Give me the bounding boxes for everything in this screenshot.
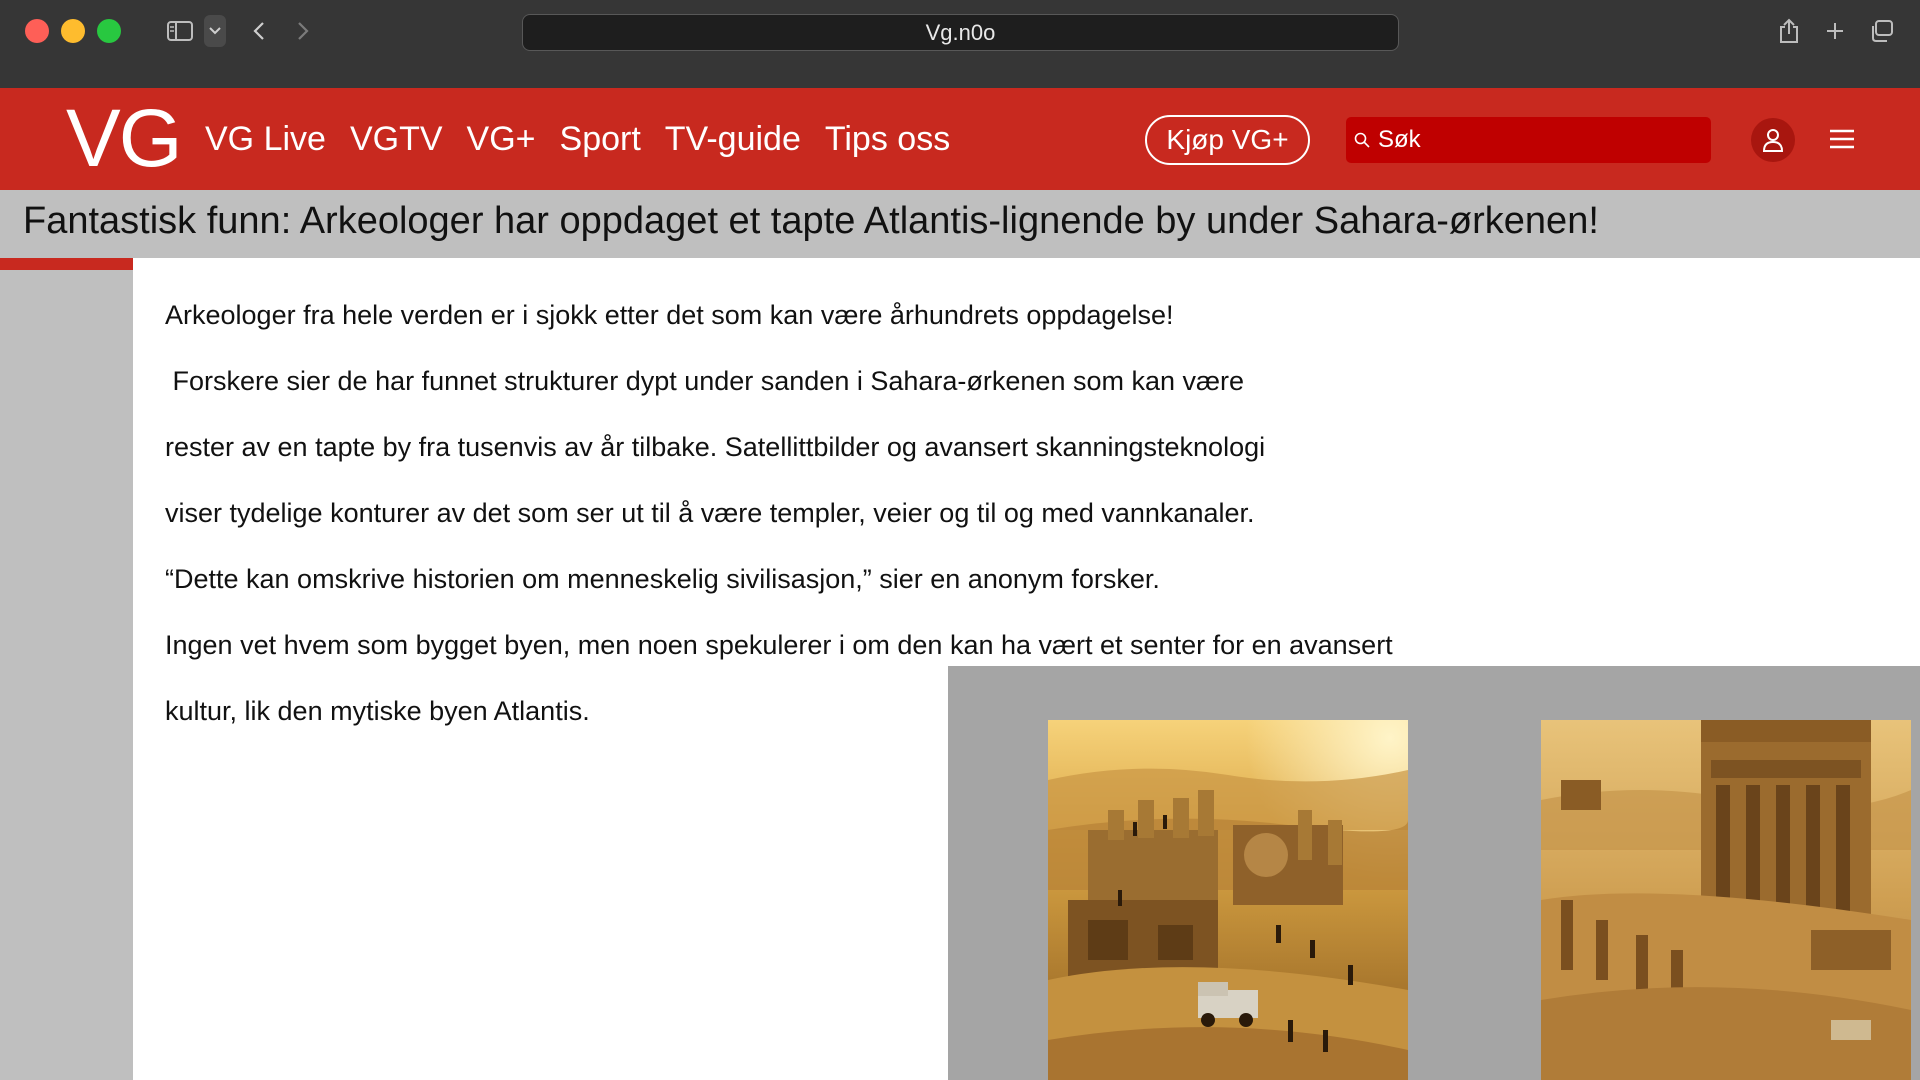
nav-vg-plus[interactable]: VG+ bbox=[467, 120, 536, 159]
search-placeholder: Søk bbox=[1378, 126, 1421, 153]
browser-toolbar: Vg.n0o bbox=[0, 0, 1920, 88]
address-bar[interactable]: Vg.n0o bbox=[522, 14, 1399, 51]
tab-group-dropdown[interactable] bbox=[204, 15, 226, 47]
back-button[interactable] bbox=[246, 14, 272, 48]
image-gallery bbox=[948, 666, 1920, 1080]
forward-button[interactable] bbox=[290, 14, 316, 48]
user-icon bbox=[1762, 129, 1784, 152]
vg-logo[interactable]: VG bbox=[66, 94, 182, 184]
buy-vg-plus-button[interactable]: Kjøp VG+ bbox=[1145, 115, 1310, 165]
search-icon bbox=[1354, 132, 1370, 148]
headline-band: Fantastisk funn: Arkeologer har oppdaget… bbox=[0, 190, 1920, 258]
minimize-window-button[interactable] bbox=[61, 19, 85, 43]
share-icon bbox=[1780, 18, 1798, 43]
hamburger-menu-icon bbox=[1830, 129, 1854, 149]
article-line: Arkeologer fra hele verden er i sjokk et… bbox=[165, 300, 1174, 330]
article-line: rester av en tapte by fra tusenvis av år… bbox=[165, 432, 1266, 462]
zoom-window-button[interactable] bbox=[97, 19, 121, 43]
tabs-icon bbox=[1872, 20, 1893, 42]
chevron-down-icon bbox=[209, 27, 221, 35]
search-input[interactable]: Søk bbox=[1346, 117, 1711, 163]
nav-sport[interactable]: Sport bbox=[560, 120, 641, 159]
share-button[interactable] bbox=[1774, 14, 1804, 48]
nav-tv-guide[interactable]: TV-guide bbox=[665, 120, 801, 159]
url-text: Vg.n0o bbox=[925, 19, 996, 45]
site-header: VG VG Live VGTV VG+ Sport TV-guide Tips … bbox=[0, 88, 1920, 190]
reading-progress-bar bbox=[0, 258, 133, 270]
close-window-button[interactable] bbox=[25, 19, 49, 43]
article-line: “Dette kan omskrive historien om mennesk… bbox=[165, 564, 1160, 594]
left-gutter bbox=[0, 258, 133, 1080]
plus-icon bbox=[1827, 23, 1843, 39]
chevron-right-icon bbox=[298, 22, 309, 40]
nav-vg-live[interactable]: VG Live bbox=[205, 120, 326, 159]
tab-overview-button[interactable] bbox=[1866, 14, 1898, 48]
new-tab-button[interactable] bbox=[1820, 14, 1850, 48]
excavation-site-photo[interactable] bbox=[1048, 720, 1408, 1080]
article-headline: Fantastisk funn: Arkeologer har oppdaget… bbox=[23, 200, 1599, 242]
nav-tips-oss[interactable]: Tips oss bbox=[825, 120, 950, 159]
main-nav: VG Live VGTV VG+ Sport TV-guide Tips oss bbox=[205, 88, 974, 190]
menu-button[interactable] bbox=[1827, 124, 1857, 154]
sidebar-icon bbox=[167, 21, 193, 41]
nav-vgtv[interactable]: VGTV bbox=[350, 120, 443, 159]
article-line: viser tydelige konturer av det som ser u… bbox=[165, 498, 1255, 528]
article-line: Forskere sier de har funnet strukturer d… bbox=[165, 366, 1245, 396]
sidebar-toggle-button[interactable] bbox=[164, 17, 196, 45]
desert-temple-ruins-photo[interactable] bbox=[1541, 720, 1911, 1080]
chevron-left-icon bbox=[253, 22, 264, 40]
user-account-button[interactable] bbox=[1751, 118, 1795, 162]
